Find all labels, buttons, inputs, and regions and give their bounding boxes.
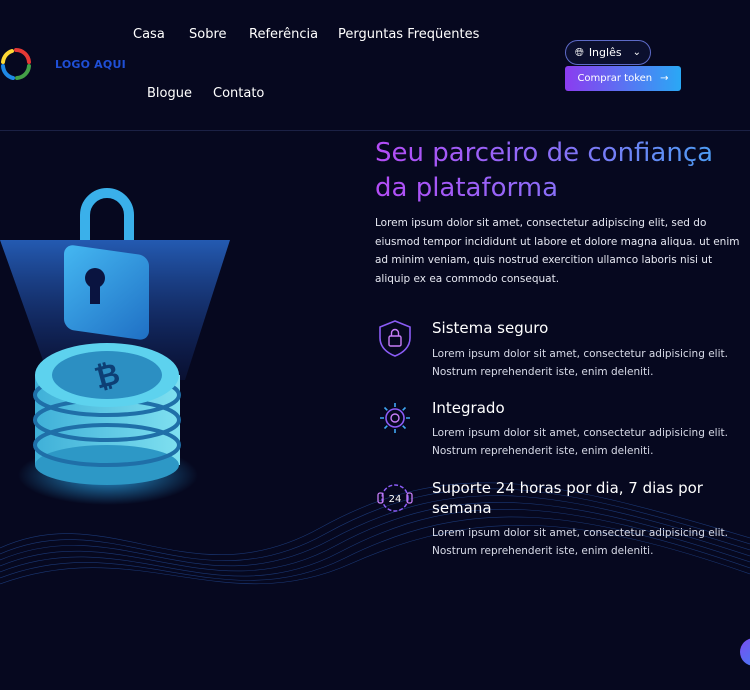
language-value: Inglês (588, 46, 622, 59)
feature-title: Integrado (432, 399, 505, 417)
hero-title: Seu parceiro de confiança da plataforma (375, 136, 750, 206)
floating-action-button[interactable] (740, 638, 750, 666)
support-24-icon: 24 (377, 484, 413, 512)
feature-title: Sistema seguro (432, 319, 549, 337)
nav-link-referencia[interactable]: Referência (249, 27, 318, 42)
shield-lock-icon (379, 320, 411, 357)
hero-illustration: ₿ (0, 188, 230, 505)
hero-intro: Lorem ipsum dolor sit amet, consectetur … (375, 217, 740, 285)
language-select[interactable]: 🌐︎ Inglês ⌄ (565, 40, 651, 65)
feature-text: Lorem ipsum dolor sit amet, consectetur … (432, 348, 728, 378)
nav-link-contato[interactable]: Contato (213, 86, 264, 101)
globe-icon: 🌐︎ (575, 45, 584, 59)
nav-link-faq[interactable]: Perguntas Freqüentes (338, 27, 479, 42)
svg-text:24: 24 (389, 494, 402, 505)
site-header: LOGO AQUI Casa Sobre Referência Pergunta… (0, 0, 750, 131)
logo-icon[interactable] (0, 47, 32, 81)
gear-integration-icon (380, 403, 410, 433)
buy-token-button[interactable]: Comprar token → (565, 66, 681, 91)
chevron-down-icon: ⌄ (632, 47, 641, 58)
feature-title: Suporte 24 horas por dia, 7 dias por sem… (432, 479, 703, 517)
arrow-right-icon: → (660, 73, 669, 84)
nav-link-blogue[interactable]: Blogue (147, 86, 192, 101)
logo-text[interactable]: LOGO AQUI (55, 58, 126, 71)
nav-link-casa[interactable]: Casa (133, 27, 165, 42)
feature-text: Lorem ipsum dolor sit amet, consectetur … (432, 427, 728, 457)
buy-token-label: Comprar token (577, 73, 653, 84)
nav-link-sobre[interactable]: Sobre (189, 27, 227, 42)
feature-text: Lorem ipsum dolor sit amet, consectetur … (432, 527, 728, 557)
